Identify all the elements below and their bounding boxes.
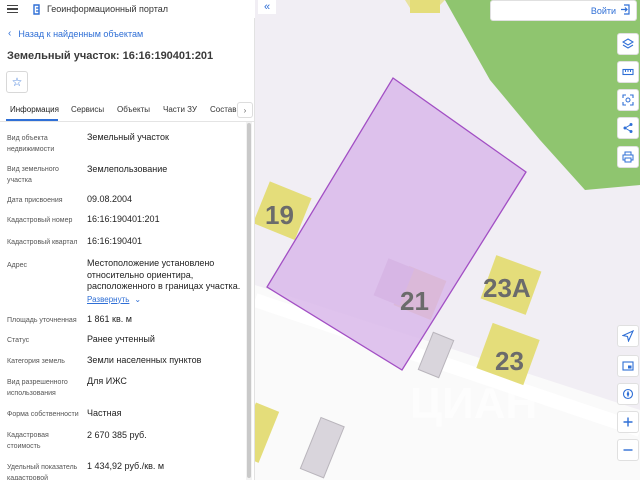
chevron-right-icon: ›: [243, 105, 247, 115]
zoom-out-icon: [622, 444, 634, 456]
ruler-button[interactable]: [617, 61, 639, 83]
tab-composition[interactable]: Состав: [210, 105, 237, 114]
page-title: Земельный участок: 16:16:190401:201: [7, 50, 214, 62]
field-value-land-category: Земли населенных пунктов: [87, 355, 202, 365]
field-value-parcel-type: Землепользование: [87, 164, 168, 174]
favorite-button[interactable]: ☆: [6, 71, 28, 93]
locate-icon: [622, 330, 634, 342]
compass-icon: [622, 388, 634, 400]
field-value-area: 1 861 кв. м: [87, 314, 132, 324]
login-label: Войти: [590, 5, 616, 16]
layers-button[interactable]: [617, 33, 639, 55]
field-label-ownership: Форма собственности: [7, 411, 79, 418]
share-button[interactable]: [617, 117, 639, 139]
expand-address-link[interactable]: Развернуть ⌄: [87, 294, 242, 306]
locate-button[interactable]: [617, 325, 639, 347]
field-label-permitted-use: Вид разрешенного использования: [7, 379, 68, 397]
tab-bar: Информация Сервисы Объекты Части ЗУ Сост…: [0, 100, 254, 122]
field-value-address: Местоположение установлено относительно …: [87, 258, 242, 305]
minimap-button[interactable]: [617, 355, 639, 377]
field-value-assign-date: 09.08.2004: [87, 194, 133, 204]
tab-info[interactable]: Информация: [10, 105, 59, 114]
house-number-23a: 23А: [483, 273, 531, 303]
building-top: [410, 0, 440, 13]
map-canvas: 19 21 23А 23 ЦИАН: [255, 0, 640, 480]
field-value-permitted-use: Для ИЖС: [87, 376, 127, 386]
field-label-land-category: Категория земель: [7, 358, 65, 365]
field-label-cadastral-number: Кадастровый номер: [7, 217, 73, 224]
zoom-in-icon: [622, 416, 634, 428]
field-label-unit-value: Удельный показатель кадастровой: [7, 464, 78, 480]
login-icon: [620, 4, 631, 17]
chevron-down-icon: ⌄: [134, 294, 142, 304]
portal-title: Геоинформационный портал: [47, 4, 168, 14]
share-icon: [622, 122, 634, 134]
map-view[interactable]: 19 21 23А 23 ЦИАН: [255, 0, 640, 480]
expand-address-label: Развернуть: [87, 294, 130, 304]
compass-button[interactable]: [617, 383, 639, 405]
field-label-assign-date: Дата присвоения: [7, 197, 63, 204]
active-tab-indicator: [6, 119, 58, 121]
house-number-19: 19: [265, 200, 294, 230]
address-text: Местоположение установлено относительно …: [87, 258, 241, 291]
field-label-address: Адрес: [7, 262, 28, 269]
field-label-area: Площадь уточненная: [7, 317, 77, 324]
field-value-ownership: Частная: [87, 408, 122, 418]
collapse-panel-button[interactable]: «: [258, 0, 276, 14]
select-area-button[interactable]: [617, 89, 639, 111]
field-value-cadastral-quarter: 16:16:190401: [87, 236, 143, 246]
field-label-object-type: Вид объекта недвижимости: [7, 135, 55, 153]
house-number-21: 21: [400, 286, 429, 316]
field-label-cadastral-value: Кадастровая стоимость: [7, 432, 49, 450]
field-label-parcel-type: Вид земельного участка: [7, 166, 59, 184]
back-link[interactable]: ‹ Назад к найденным объектам: [8, 28, 143, 39]
tab-objects[interactable]: Объекты: [117, 105, 150, 114]
zoom-in-button[interactable]: [617, 411, 639, 433]
field-value-object-type: Земельный участок: [87, 132, 169, 142]
menu-icon[interactable]: [3, 0, 21, 18]
field-value-status: Ранее учтенный: [87, 334, 155, 344]
layers-icon: [622, 38, 634, 50]
field-label-cadastral-quarter: Кадастровый квартал: [7, 239, 78, 246]
back-link-label: Назад к найденным объектам: [18, 28, 144, 39]
house-number-23: 23: [495, 346, 524, 376]
login-button[interactable]: Войти: [490, 0, 637, 21]
scrollbar-thumb[interactable]: [247, 123, 251, 478]
double-chevron-left-icon: «: [263, 1, 271, 13]
star-icon: ☆: [11, 75, 23, 89]
minimap-icon: [622, 360, 634, 372]
watermark-text: ЦИАН: [410, 379, 537, 428]
field-value-unit-value: 1 434,92 руб./кв. м: [87, 461, 165, 471]
field-value-cadastral-number: 16:16:190401:201: [87, 214, 160, 224]
ruler-icon: [622, 66, 634, 78]
portal-logo-icon: [31, 3, 42, 15]
chevron-left-icon: ‹: [8, 28, 12, 39]
tab-services[interactable]: Сервисы: [71, 105, 104, 114]
info-panel: ‹ Назад к найденным объектам Земельный у…: [0, 18, 255, 480]
zoom-out-button[interactable]: [617, 439, 639, 461]
field-label-status: Статус: [7, 337, 30, 344]
tabs-scroll-right-button[interactable]: ›: [237, 102, 253, 118]
tab-parts[interactable]: Части ЗУ: [163, 105, 197, 114]
select-area-icon: [622, 94, 634, 106]
print-icon: [622, 151, 634, 163]
top-bar: Геоинформационный портал: [0, 0, 255, 18]
print-button[interactable]: [617, 146, 639, 168]
field-value-cadastral-value: 2 670 385 руб.: [87, 430, 147, 440]
